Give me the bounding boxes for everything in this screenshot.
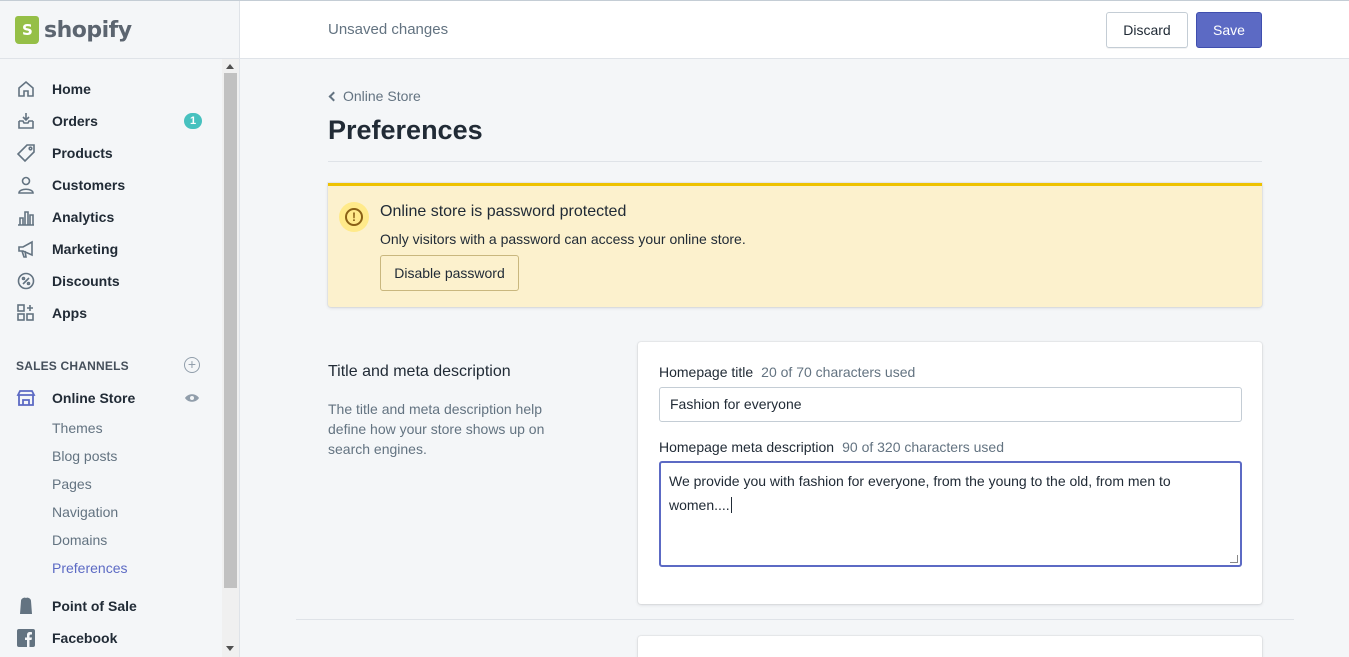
shopify-logo[interactable]: shopify [15,13,132,47]
sidebar-item-label: Marketing [52,241,119,257]
homepage-title-label-row: Homepage title 20 of 70 characters used [659,364,915,380]
password-warning-banner: ! Online store is password protected Onl… [328,183,1262,307]
breadcrumb-label: Online Store [343,88,421,104]
megaphone-icon [16,239,36,259]
chevron-left-icon [328,91,339,101]
apps-icon [16,303,36,323]
sidebar-subitem-blog-posts[interactable]: Blog posts [52,448,117,464]
sidebar-subitem-domains[interactable]: Domains [52,532,107,548]
add-channel-icon[interactable]: + [184,357,200,373]
main-nav: Home Orders 1 Products Customers Analyti… [0,73,222,329]
facebook-icon [16,628,36,648]
store-icon [16,388,36,408]
unsaved-changes-text: Unsaved changes [328,21,449,38]
view-store-eye-icon[interactable] [184,393,200,403]
meta-description-text: We provide you with fashion for everyone… [669,473,1171,513]
sidebar-item-customers[interactable]: Customers [0,169,222,201]
home-icon [16,79,36,99]
sidebar-item-apps[interactable]: Apps [0,297,222,329]
orders-icon [16,111,36,131]
text-cursor [730,497,732,513]
more-channels-nav: Point of Sale Facebook [0,590,222,654]
title-divider [328,161,1262,162]
meta-description-textarea[interactable]: We provide you with fashion for everyone… [659,461,1242,567]
next-card [638,636,1262,657]
seo-card: Homepage title 20 of 70 characters used F… [638,342,1262,604]
scroll-thumb[interactable] [224,73,237,588]
sidebar-scrollbar[interactable] [222,59,239,657]
sidebar-subitem-pages[interactable]: Pages [52,476,92,492]
sidebar-item-home[interactable]: Home [0,73,222,105]
sidebar-item-orders[interactable]: Orders 1 [0,105,222,137]
meta-description-label-row: Homepage meta description 90 of 320 chara… [659,439,1004,455]
sidebar-item-online-store[interactable]: Online Store [0,382,222,414]
discount-icon [16,271,36,291]
seo-section-title: Title and meta description [328,363,511,380]
pos-icon [16,596,36,616]
sales-channels-header: SALES CHANNELS [16,359,129,373]
sidebar-item-discounts[interactable]: Discounts [0,265,222,297]
page-title: Preferences [328,115,483,145]
sidebar-item-point-of-sale[interactable]: Point of Sale [0,590,222,622]
sidebar-item-label: Online Store [52,390,136,406]
sidebar-item-label: Discounts [52,273,120,289]
sidebar: shopify Home Orders 1 Products Customers… [0,1,240,657]
homepage-title-label: Homepage title [659,364,754,380]
sidebar-item-label: Customers [52,177,126,193]
homepage-title-counter: 20 of 70 characters used [761,364,916,380]
sidebar-item-facebook[interactable]: Facebook [0,622,222,654]
sidebar-item-label: Analytics [52,209,115,225]
section-divider [296,619,1294,620]
banner-text: Only visitors with a password can access… [380,231,746,247]
sidebar-item-label: Facebook [52,630,118,646]
sidebar-item-analytics[interactable]: Analytics [0,201,222,233]
contextual-save-bar: Unsaved changes Discard Save [240,1,1349,59]
brand-name: shopify [44,17,132,43]
person-icon [16,175,36,195]
banner-title: Online store is password protected [380,203,627,220]
breadcrumb[interactable]: Online Store [328,88,421,104]
tag-icon [16,143,36,163]
sidebar-item-label: Point of Sale [52,598,137,614]
scroll-down-arrow-icon[interactable] [226,646,234,651]
meta-description-counter: 90 of 320 characters used [842,439,1004,455]
homepage-title-input[interactable]: Fashion for everyone [659,387,1242,422]
bar-chart-icon [16,207,36,227]
resize-handle-icon[interactable] [1230,555,1238,563]
sidebar-item-products[interactable]: Products [0,137,222,169]
sidebar-item-marketing[interactable]: Marketing [0,233,222,265]
logo-row: shopify [0,1,240,59]
online-store-group: Online Store Themes Blog posts Pages Nav… [0,382,222,576]
sidebar-subitem-navigation[interactable]: Navigation [52,504,118,520]
discard-button[interactable]: Discard [1106,12,1188,48]
seo-section-description: The title and meta description help defi… [328,401,545,457]
main-content: Online Store Preferences ! Online store … [240,59,1349,657]
sidebar-item-label: Products [52,145,113,161]
warning-icon: ! [339,202,369,232]
sidebar-item-label: Home [52,81,91,97]
save-button[interactable]: Save [1196,12,1262,48]
sidebar-item-label: Apps [52,305,87,321]
sidebar-subitem-preferences[interactable]: Preferences [52,560,127,576]
disable-password-button[interactable]: Disable password [380,255,519,291]
scroll-up-arrow-icon[interactable] [226,64,234,69]
orders-count-badge: 1 [184,113,202,129]
shopify-bag-icon [15,16,39,44]
sidebar-item-label: Orders [52,113,98,129]
meta-description-label: Homepage meta description [659,439,835,455]
sidebar-subitem-themes[interactable]: Themes [52,420,103,436]
